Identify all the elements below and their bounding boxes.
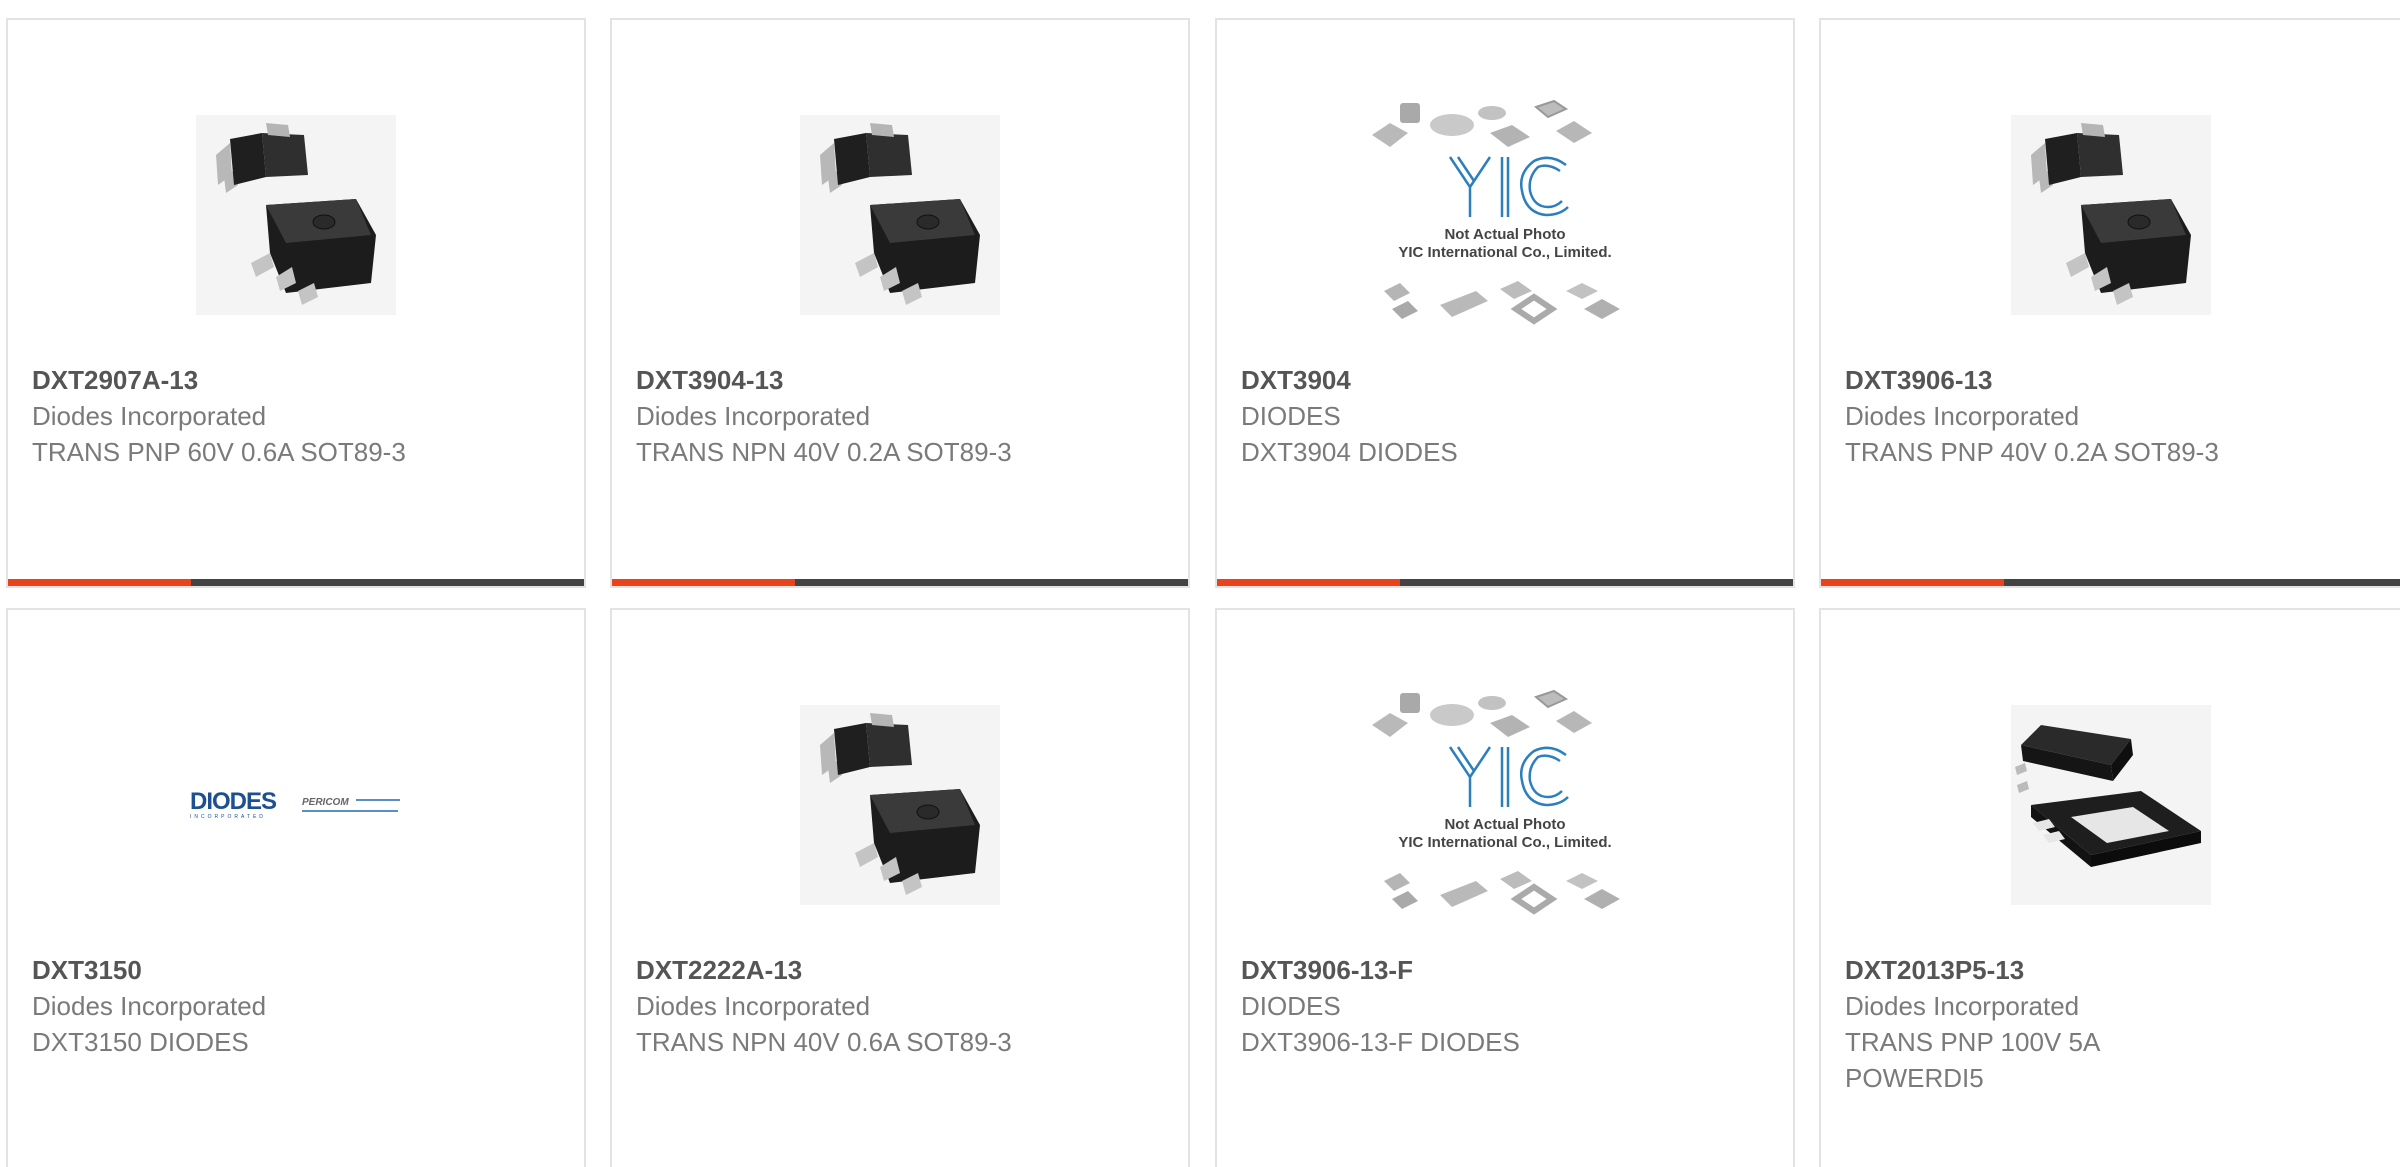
product-card[interactable]: DXT3906-13 Diodes Incorporated TRANS PNP… [1819, 18, 2400, 588]
diodes-logo-subtext: INCORPORATED [190, 814, 266, 820]
description: DXT3906-13-F DIODES [1241, 1027, 1520, 1057]
card-bottom-bar [1217, 579, 1793, 586]
description: TRANS NPN 40V 0.2A SOT89-3 [636, 437, 1012, 467]
description: TRANS PNP 40V 0.2A SOT89-3 [1845, 437, 2219, 467]
yic-placeholder-image: Not Actual Photo YIC International Co., … [1372, 689, 1620, 915]
product-card[interactable]: Not Actual Photo YIC International Co., … [1215, 608, 1795, 1167]
part-number[interactable]: DXT2013P5-13 [1845, 952, 2381, 988]
description: TRANS NPN 40V 0.6A SOT89-3 [636, 1027, 1012, 1057]
manufacturer: Diodes Incorporated [32, 401, 267, 431]
manufacturer: DIODES [1241, 991, 1341, 1021]
card-bottom-bar [8, 579, 584, 586]
sot89-package-icon [800, 115, 1000, 315]
placeholder-line1: Not Actual Photo [1444, 226, 1565, 243]
manufacturer: Diodes Incorporated [1845, 991, 2080, 1021]
card-accent-bar [8, 579, 191, 586]
sot89-package-icon [196, 115, 396, 315]
manufacturer: Diodes Incorporated [636, 401, 871, 431]
part-number[interactable]: DXT3906-13 [1845, 362, 2381, 398]
product-card[interactable]: DXT2013P5-13 Diodes Incorporated TRANS P… [1819, 608, 2400, 1167]
product-image [1821, 670, 2400, 940]
card-accent-bar [612, 579, 795, 586]
product-grid: DXT2907A-13 Diodes Incorporated TRANS PN… [0, 0, 2400, 1167]
manufacturer: Diodes Incorporated [1845, 401, 2080, 431]
product-card[interactable]: DIODES INCORPORATED PERICOM DXT3150 Diod… [6, 608, 586, 1167]
part-number[interactable]: DXT3904 [1241, 362, 1773, 398]
diodes-logo-text: DIODES [190, 788, 277, 815]
card-accent-bar [1217, 579, 1400, 586]
description: DXT3904 DIODES [1241, 437, 1458, 467]
part-number[interactable]: DXT3150 [32, 952, 564, 988]
part-number[interactable]: DXT3904-13 [636, 362, 1168, 398]
card-accent-bar [1821, 579, 2004, 586]
part-number[interactable]: DXT3906-13-F [1241, 952, 1773, 988]
diodes-pericom-logo: DIODES INCORPORATED PERICOM [190, 788, 400, 820]
product-image: Not Actual Photo YIC International Co., … [1217, 80, 1793, 350]
part-number[interactable]: DXT2907A-13 [32, 362, 564, 398]
yic-placeholder-image: Not Actual Photo YIC International Co., … [1372, 99, 1620, 325]
placeholder-line1: Not Actual Photo [1444, 816, 1565, 833]
product-card[interactable]: DXT2907A-13 Diodes Incorporated TRANS PN… [6, 18, 586, 588]
product-card[interactable]: DXT2222A-13 Diodes Incorporated TRANS NP… [610, 608, 1190, 1167]
part-number[interactable]: DXT2222A-13 [636, 952, 1168, 988]
product-card[interactable]: Not Actual Photo YIC International Co., … [1215, 18, 1795, 588]
product-image: DIODES INCORPORATED PERICOM [8, 670, 584, 940]
card-bottom-bar [1821, 579, 2400, 586]
description: TRANS PNP 60V 0.6A SOT89-3 [32, 437, 406, 467]
sot89-package-icon [2011, 115, 2211, 315]
placeholder-line2: YIC International Co., Limited. [1398, 244, 1611, 261]
description: TRANS PNP 100V 5A POWERDI5 [1845, 1027, 2099, 1093]
card-bottom-bar [612, 579, 1188, 586]
product-image [8, 80, 584, 350]
powerdi5-package-icon [2011, 705, 2211, 905]
manufacturer: Diodes Incorporated [636, 991, 871, 1021]
product-card[interactable]: DXT3904-13 Diodes Incorporated TRANS NPN… [610, 18, 1190, 588]
product-image [1821, 80, 2400, 350]
sot89-package-icon [800, 705, 1000, 905]
manufacturer: DIODES [1241, 401, 1341, 431]
product-image [612, 80, 1188, 350]
product-image [612, 670, 1188, 940]
description: DXT3150 DIODES [32, 1027, 249, 1057]
product-image: Not Actual Photo YIC International Co., … [1217, 670, 1793, 940]
pericom-logo-text: PERICOM [302, 797, 349, 808]
manufacturer: Diodes Incorporated [32, 991, 267, 1021]
placeholder-line2: YIC International Co., Limited. [1398, 834, 1611, 851]
